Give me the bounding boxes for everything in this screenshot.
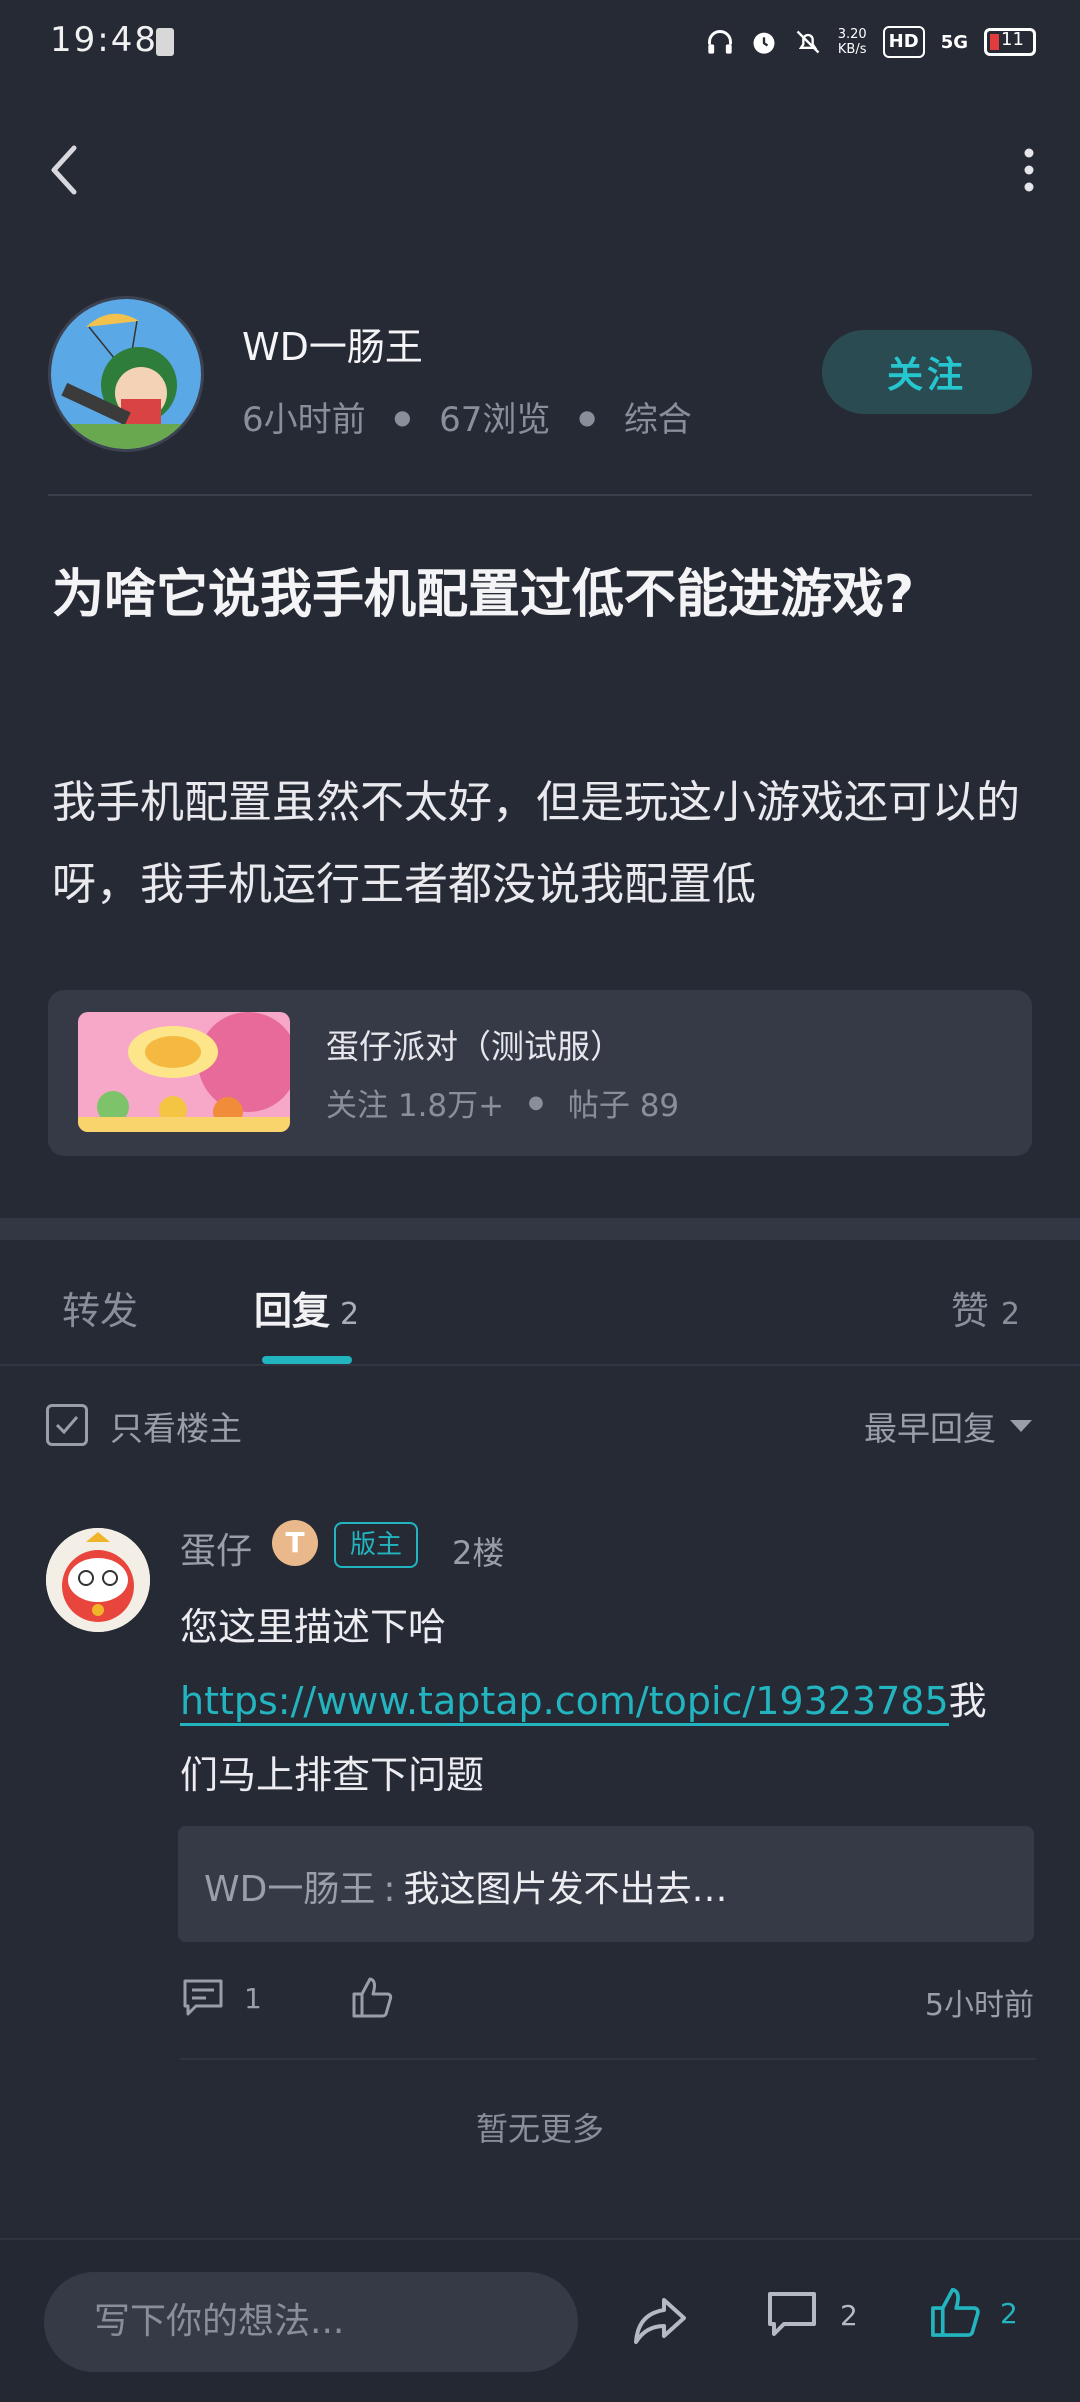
comment-icon xyxy=(768,2292,816,2336)
author-name[interactable]: WD一肠王 xyxy=(242,316,423,371)
reply-input[interactable]: 写下你的想法... xyxy=(44,2272,578,2372)
divider xyxy=(0,1364,1080,1366)
separator-dot: ● xyxy=(393,404,412,429)
battery-icon: 11 xyxy=(984,28,1036,56)
share-icon[interactable] xyxy=(632,2296,688,2346)
post-title: 为啥它说我手机配置过低不能进游戏? xyxy=(52,565,915,625)
reply-comment-button[interactable]: 1 xyxy=(182,1978,262,2018)
game-followers: 关注 1.8万+ xyxy=(326,1088,505,1124)
separator-dot: ● xyxy=(578,404,596,429)
sort-dropdown[interactable]: 最早回复 xyxy=(864,1402,1032,1450)
thumbs-up-icon[interactable] xyxy=(350,1976,394,2020)
moderator-badge: 版主 xyxy=(334,1522,419,1568)
network-speed: 3.20 KB/s xyxy=(837,27,867,57)
reply-avatar[interactable] xyxy=(46,1528,150,1632)
back-arrow-icon[interactable] xyxy=(44,140,88,200)
tab-reply[interactable]: 回复 2 xyxy=(254,1280,359,1335)
quote-text: WD一肠王: 我这图片发不出去… xyxy=(204,1860,727,1912)
tab-reply-count: 2 xyxy=(340,1297,360,1332)
quoted-reply[interactable]: WD一肠王: 我这图片发不出去… xyxy=(178,1826,1034,1942)
reply-comment-count: 1 xyxy=(244,1981,262,2015)
battery-level xyxy=(990,34,999,50)
status-time: 19:48 xyxy=(50,20,158,60)
separator-dot: ● xyxy=(528,1092,544,1113)
sort-label: 最早回复 xyxy=(864,1409,996,1448)
reply-line: https://www.taptap.com/topic/19323785我们马… xyxy=(180,1664,1020,1812)
follow-button[interactable]: 关注 xyxy=(822,330,1032,414)
reply-author-name[interactable]: 蛋仔 xyxy=(180,1522,252,1574)
headphones-icon xyxy=(707,30,732,54)
game-posts: 帖子 89 xyxy=(567,1088,680,1124)
game-card[interactable]: 蛋仔派对（测试服） 关注 1.8万+ ● 帖子 89 xyxy=(48,990,1032,1156)
post-body: 我手机配置虽然不太好，但是玩这小游戏还可以的呀，我手机运行王者都没说我配置低 xyxy=(52,777,1020,910)
thumbs-up-icon xyxy=(931,2287,980,2337)
caret-down-icon xyxy=(1010,1420,1032,1432)
comment-icon xyxy=(183,1979,223,2016)
quote-body: 我这图片发不出去… xyxy=(403,1869,728,1910)
divider xyxy=(48,494,1032,496)
bottom-action-bar: 写下你的想法... 2 2 xyxy=(0,2238,1080,2402)
mute-bell-icon xyxy=(796,30,820,54)
game-meta: 关注 1.8万+ ● 帖子 89 xyxy=(326,1080,679,1125)
quote-separator: : xyxy=(383,1869,396,1910)
tab-reply-label: 回复 xyxy=(254,1289,331,1333)
more-vertical-icon[interactable] xyxy=(1014,145,1044,195)
only-op-checkbox[interactable] xyxy=(46,1404,88,1446)
check-icon xyxy=(55,1416,79,1435)
taptap-badge-icon: T xyxy=(272,1520,318,1566)
post-time: 6小时前 xyxy=(242,400,366,440)
tab-like-count: 2 xyxy=(1000,1297,1020,1332)
like-count: 2 xyxy=(1000,2296,1018,2330)
active-tab-indicator xyxy=(262,1356,352,1364)
tab-repost[interactable]: 转发 xyxy=(62,1280,138,1335)
reply-line: 您这里描述下哈 xyxy=(180,1605,447,1649)
hd-icon: HD xyxy=(882,26,925,58)
divider xyxy=(180,2058,1036,2060)
tab-like[interactable]: 赞2 xyxy=(951,1280,1020,1335)
post-category: 综合 xyxy=(623,400,692,440)
alarm-icon xyxy=(753,32,775,54)
view-count: 67浏览 xyxy=(439,400,551,440)
reply-text: 您这里描述下哈 https://www.taptap.com/topic/193… xyxy=(180,1590,1020,1812)
reply-time: 5小时前 xyxy=(924,1988,1034,2023)
game-thumbnail xyxy=(78,1012,290,1132)
section-separator xyxy=(0,1218,1080,1240)
reply-floor: 2楼 xyxy=(452,1534,505,1572)
no-more-label: 暂无更多 xyxy=(475,2110,604,2148)
author-meta: 6小时前 ● 67浏览 ● 综合 xyxy=(242,392,692,441)
only-op-label[interactable]: 只看楼主 xyxy=(110,1402,242,1450)
tab-like-label: 赞 xyxy=(950,1289,989,1333)
status-icons: 3.20 KB/s HD 5G 11 xyxy=(706,22,1036,62)
like-button[interactable]: 2 xyxy=(928,2286,1018,2340)
comment-button[interactable]: 2 xyxy=(766,2290,858,2340)
reply-link[interactable]: https://www.taptap.com/topic/19323785 xyxy=(180,1679,949,1726)
game-name: 蛋仔派对（测试服） xyxy=(326,1027,623,1066)
comment-count: 2 xyxy=(840,2298,858,2332)
quote-author: WD一肠王 xyxy=(204,1869,376,1910)
signal-5g-icon: 5G xyxy=(940,31,968,53)
author-avatar[interactable] xyxy=(48,296,204,452)
storage-icon xyxy=(156,28,174,56)
